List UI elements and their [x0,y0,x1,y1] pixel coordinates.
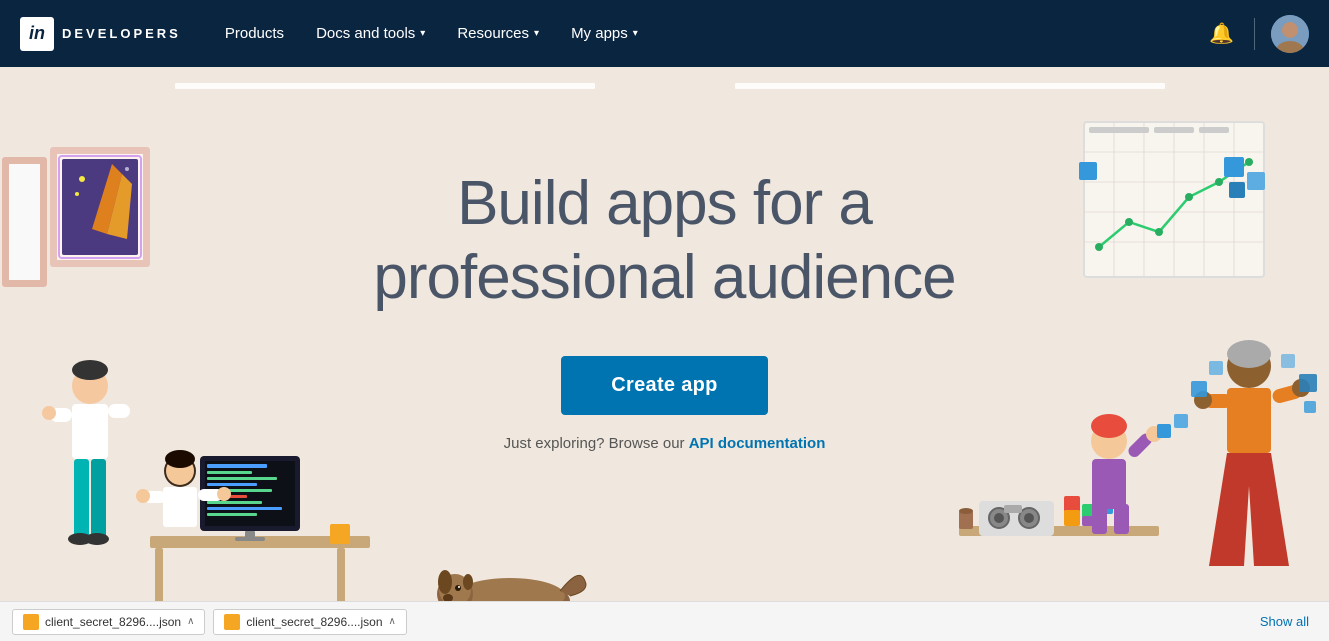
navbar: in DEVELOPERS Products Docs and tools ▾ … [0,0,1329,67]
chevron-up-icon-2: ∧ [389,616,396,627]
avatar-svg [1271,15,1309,53]
download-filename-1: client_secret_8296....json [45,615,181,629]
avatar-image [1271,15,1309,53]
file-icon-2 [224,614,240,630]
chevron-up-icon: ∧ [187,616,194,627]
avatar[interactable] [1271,15,1309,53]
browse-text: Just exploring? Browse our API documenta… [373,435,955,452]
hero-title: Build apps for a professional audience [373,167,955,316]
art-svg [57,154,143,260]
chevron-down-icon: ▾ [534,28,539,39]
chevron-down-icon: ▾ [420,28,425,39]
nav-item-myapps[interactable]: My apps ▾ [557,17,652,50]
chevron-down-icon: ▾ [633,28,638,39]
whiteboard [1079,117,1274,312]
top-bar-left [175,83,595,89]
nav-right: 🔔 [1205,15,1309,53]
top-bar-right [735,83,1165,89]
art-frame-main [50,147,150,267]
nav-links: Products Docs and tools ▾ Resources ▾ My… [211,17,1205,50]
art-frame-tall [2,157,47,287]
api-docs-link[interactable]: API documentation [689,435,826,452]
nav-item-products[interactable]: Products [211,17,298,50]
brand-text: DEVELOPERS [62,26,181,41]
brand-logo[interactable]: in DEVELOPERS [20,17,181,51]
linkedin-logo-icon: in [20,17,54,51]
nav-divider [1254,18,1255,50]
download-filename-2: client_secret_8296....json [246,615,382,629]
nav-item-docs[interactable]: Docs and tools ▾ [302,17,439,50]
create-app-button[interactable]: Create app [561,356,767,415]
show-all-button[interactable]: Show all [1252,610,1317,633]
file-icon [23,614,39,630]
download-item-1[interactable]: client_secret_8296....json ∧ [12,609,205,635]
download-bar: client_secret_8296....json ∧ client_secr… [0,601,1329,641]
bell-icon[interactable]: 🔔 [1205,17,1238,50]
hero-section: Build apps for a professional audience C… [0,67,1329,641]
nav-item-resources[interactable]: Resources ▾ [443,17,553,50]
right-group [949,286,1329,641]
hero-content: Build apps for a professional audience C… [373,167,955,452]
download-item-2[interactable]: client_secret_8296....json ∧ [213,609,406,635]
